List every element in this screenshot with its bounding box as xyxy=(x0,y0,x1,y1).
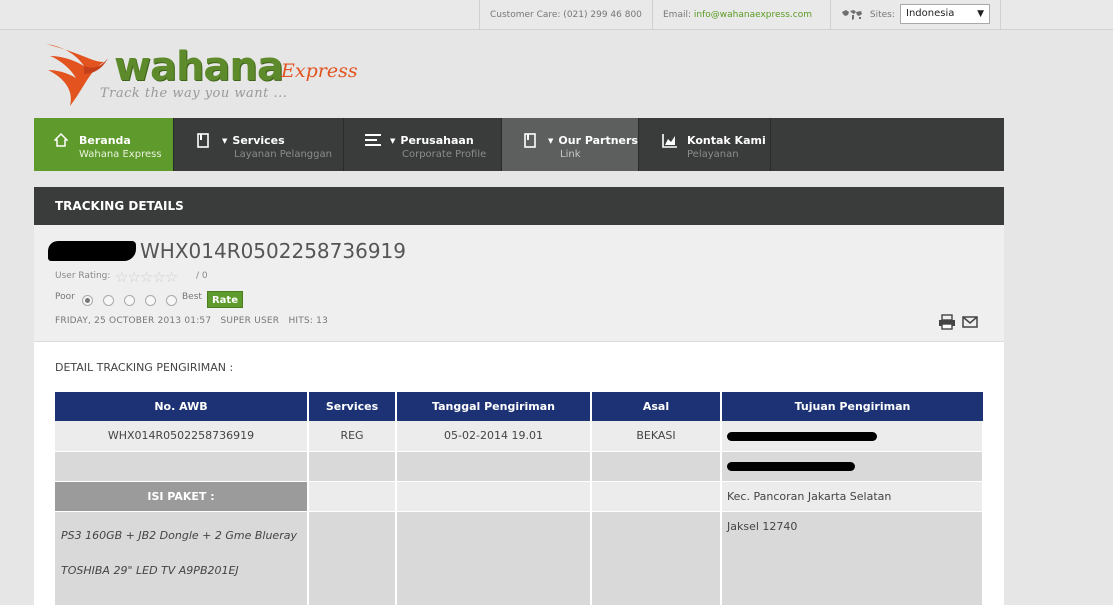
package-contents-cell: PS3 160GB + JB2 Dongle + 2 Gme Blueray T… xyxy=(55,511,309,605)
nav-subtitle: Pelayanan xyxy=(687,149,739,160)
panel-heading-text: TRACKING DETAILS xyxy=(55,199,184,213)
redaction-mark xyxy=(727,431,877,441)
table-row: ISI PAKET : Kec. Pancoran Jakarta Selata… xyxy=(55,481,984,512)
empty-cell xyxy=(308,451,397,482)
email-link[interactable]: info@wahanaexpress.com xyxy=(694,10,812,20)
chevron-down-icon: ▼ xyxy=(222,137,228,145)
empty-cell xyxy=(591,481,722,512)
destination-cell xyxy=(721,421,984,452)
awb-cell: WHX014R0502258736919 xyxy=(55,421,309,452)
empty-cell xyxy=(308,511,397,605)
print-icon[interactable] xyxy=(938,314,956,330)
tracking-table: No. AWB Services Tanggal Pengiriman Asal… xyxy=(55,392,984,605)
page-title: WHX014R0502258736919 xyxy=(48,239,406,263)
column-header: No. AWB xyxy=(55,392,309,421)
email-label: Email: xyxy=(663,10,692,20)
logo-express-text: Express xyxy=(281,60,358,82)
rate-radio-5[interactable] xyxy=(166,295,177,306)
table-row: WHX014R0502258736919 REG 05-02-2014 19.0… xyxy=(55,421,984,452)
column-header: Tanggal Pengiriman xyxy=(396,392,592,421)
empty-cell xyxy=(396,481,592,512)
article-meta-line: FRIDAY, 25 OCTOBER 2013 01:57 SUPER USER… xyxy=(55,316,328,326)
rate-radio-3[interactable] xyxy=(124,295,135,306)
nav-subtitle: Link xyxy=(560,149,581,160)
top-bar: Customer Care: (021) 299 46 800 Email: i… xyxy=(0,0,1113,30)
nav-title: Services xyxy=(232,134,285,147)
rate-button[interactable]: Rate xyxy=(207,291,243,308)
table-header-row: No. AWB Services Tanggal Pengiriman Asal… xyxy=(55,392,983,421)
nav-item-kontak-kami[interactable]: Kontak Kami Pelayanan xyxy=(639,118,771,171)
book-icon xyxy=(197,133,209,148)
section-label: DETAIL TRACKING PENGIRIMAN : xyxy=(55,361,234,374)
nav-title: Perusahaan xyxy=(400,134,474,147)
table-row xyxy=(55,451,984,482)
column-header: Asal xyxy=(591,392,722,421)
logo-wordmark: wahana xyxy=(114,44,284,90)
nav-title: Our Partners xyxy=(558,134,638,147)
package-item: TOSHIBA 29" LED TV A9PB201EJ xyxy=(61,563,239,577)
table-row: PS3 160GB + JB2 Dongle + 2 Gme Blueray T… xyxy=(55,511,984,605)
rate-radio-2[interactable] xyxy=(103,295,114,306)
empty-cell xyxy=(591,451,722,482)
list-icon xyxy=(365,134,381,146)
sites-label: Sites: xyxy=(869,10,895,20)
redaction-mark xyxy=(48,241,136,261)
nav-item-our-partners[interactable]: ▼ Our Partners Link xyxy=(502,118,639,171)
logo-tagline: Track the way you want ... xyxy=(100,86,288,101)
rating-count: / 0 xyxy=(196,271,208,281)
topbar-divider xyxy=(1000,0,1001,30)
chevron-down-icon: ▼ xyxy=(548,137,554,145)
nav-item-services[interactable]: ▼ Services Layanan Pelanggan xyxy=(174,118,344,171)
destination-cell: Jaksel 12740 xyxy=(721,511,984,605)
nav-item-beranda[interactable]: Beranda Wahana Express xyxy=(34,118,174,171)
world-map-icon xyxy=(842,9,862,20)
panel-heading: TRACKING DETAILS xyxy=(34,187,1004,225)
date-cell: 05-02-2014 19.01 xyxy=(396,421,592,452)
rate-poor-label: Poor xyxy=(55,292,75,302)
email-icon[interactable] xyxy=(962,316,978,328)
column-header: Services xyxy=(308,392,397,421)
rate-radio-1[interactable] xyxy=(82,295,93,306)
dropdown-arrow-icon: ▼ xyxy=(977,9,984,19)
chart-icon xyxy=(662,134,677,148)
redaction-mark xyxy=(727,462,855,471)
meta-date: FRIDAY, 25 OCTOBER 2013 01:57 xyxy=(55,316,212,326)
rate-best-label: Best xyxy=(182,292,202,302)
nav-subtitle: Layanan Pelanggan xyxy=(234,149,332,160)
empty-cell xyxy=(55,451,309,482)
meta-hits: HITS: 13 xyxy=(288,316,329,326)
chevron-down-icon: ▼ xyxy=(390,137,396,145)
package-item: PS3 160GB + JB2 Dongle + 2 Gme Blueray xyxy=(61,528,297,542)
destination-cell: Kec. Pancoran Jakarta Selatan xyxy=(721,481,984,512)
nav-item-perusahaan[interactable]: ▼ Perusahaan Corporate Profile xyxy=(344,118,502,171)
nav-subtitle: Corporate Profile xyxy=(402,149,487,160)
nav-title: Beranda xyxy=(79,134,131,147)
service-cell: REG xyxy=(308,421,397,452)
meta-author: SUPER USER xyxy=(220,316,280,326)
isi-paket-label: ISI PAKET : xyxy=(55,481,309,512)
star-rating-icon: ☆☆☆☆☆ xyxy=(115,268,178,286)
empty-cell xyxy=(308,481,397,512)
empty-cell xyxy=(396,511,592,605)
main-nav: Beranda Wahana Express ▼ Services Layanan… xyxy=(34,118,1004,171)
nav-title: Kontak Kami xyxy=(687,134,766,147)
customer-care: Customer Care: (021) 299 46 800 xyxy=(479,0,652,30)
customer-care-text: Customer Care: (021) 299 46 800 xyxy=(490,10,642,20)
home-icon xyxy=(54,133,68,147)
awb-title-text: WHX014R0502258736919 xyxy=(140,239,407,263)
email-info: Email: info@wahanaexpress.com xyxy=(652,0,822,30)
site-dropdown[interactable]: Indonesia ▼ xyxy=(900,4,990,24)
site-logo[interactable]: wahana Express Track the way you want ..… xyxy=(44,40,384,110)
book-icon xyxy=(524,133,536,148)
column-header: Tujuan Pengiriman xyxy=(721,392,983,421)
site-dropdown-value: Indonesia xyxy=(906,8,955,19)
nav-subtitle: Wahana Express xyxy=(79,149,162,160)
user-rating-label: User Rating: xyxy=(55,271,111,281)
rate-radio-4[interactable] xyxy=(145,295,156,306)
origin-cell: BEKASI xyxy=(591,421,722,452)
empty-cell xyxy=(396,451,592,482)
destination-cell xyxy=(721,451,984,482)
empty-cell xyxy=(591,511,722,605)
